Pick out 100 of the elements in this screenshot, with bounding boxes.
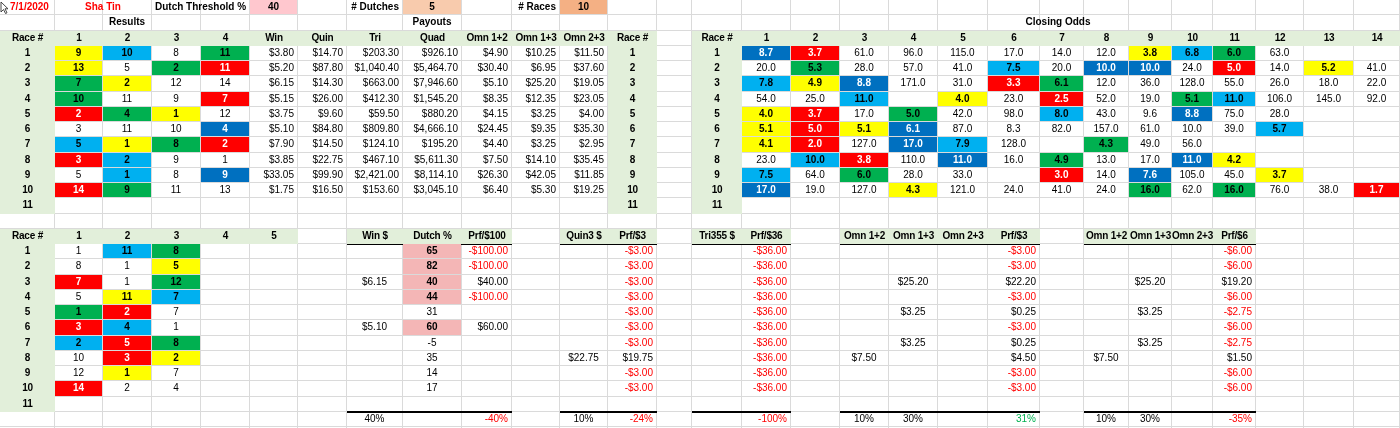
table-cell-text: $25.20	[1133, 274, 1167, 289]
table-cell-text: $5.10	[267, 122, 295, 136]
table-cell-text: $809.80	[361, 122, 400, 136]
table-cell: 8	[152, 244, 200, 259]
table-cell: 5.2	[1304, 61, 1353, 76]
table-cell-text: 14	[425, 366, 439, 380]
column-header: 13	[1304, 30, 1354, 46]
table-cell: 17.0	[889, 137, 937, 152]
column-header: Race #	[0, 228, 55, 244]
table-cell-text: 171.0	[899, 76, 927, 91]
table-cell: 2	[103, 76, 151, 91]
row-header: 7	[608, 137, 657, 153]
table-cell-text: $24.45	[476, 122, 509, 136]
column-header: Quin	[298, 30, 347, 46]
table-cell: 7.5	[742, 167, 790, 182]
table-cell-text: 8	[172, 45, 180, 60]
table-cell-text: $1.75	[267, 183, 295, 197]
column-header: Win $	[347, 228, 403, 244]
table-cell-text: 127.0	[850, 183, 878, 197]
section-title: Results	[107, 15, 147, 30]
row-header: 10	[692, 183, 742, 199]
table-cell-text: 12.0	[1095, 45, 1117, 60]
table-cell-text: 41.0	[1050, 183, 1073, 197]
table-cell-text: $14.30	[311, 76, 344, 91]
table-cell: 2	[152, 350, 200, 365]
total-cell-text: 10%	[853, 411, 875, 426]
table-cell-text: -$3.00	[623, 244, 654, 258]
table-cell-text: $42.05	[524, 167, 557, 182]
table-cell-text: $33.05	[262, 167, 295, 182]
table-cell-text: -$36.00	[752, 381, 788, 396]
table-cell-text: -$2.75	[1222, 305, 1253, 319]
table-cell-text: $4.15	[481, 106, 509, 121]
table-cell-text: 13	[218, 183, 232, 197]
table-cell: 8	[152, 335, 200, 350]
table-cell-text: 11	[120, 91, 134, 106]
table-cell: 13	[55, 61, 102, 76]
table-cell-text: 157.0	[1092, 122, 1120, 136]
table-cell-text: -$3.00	[1006, 244, 1037, 258]
table-cell-text: $124.10	[361, 137, 400, 152]
column-header: Prf/$100	[462, 228, 512, 244]
table-cell-text: -$3.00	[623, 274, 654, 289]
table-cell-text: 24.0	[1095, 183, 1117, 197]
table-cell-text: 23.0	[755, 152, 777, 167]
table-cell: 3	[103, 350, 151, 365]
table-cell: 16.0	[1213, 183, 1255, 198]
table-cell: 9	[201, 167, 249, 182]
table-cell-text: 63.0	[1268, 45, 1291, 60]
column-header: 1	[55, 30, 103, 46]
table-cell-text: 115.0	[949, 45, 976, 60]
table-cell-text: -$2.75	[1222, 335, 1253, 350]
column-header: 1	[742, 30, 791, 46]
table-cell-text: 12	[71, 366, 86, 380]
table-cell-text: 17.0	[1139, 152, 1161, 167]
table-cell-text: 14.0	[1095, 167, 1117, 182]
table-cell-text: -$3.00	[623, 259, 654, 274]
table-cell: 5.1	[1172, 91, 1212, 106]
table-cell-text: 26.0	[1268, 76, 1291, 91]
table-cell-text: 56.0	[1181, 137, 1203, 152]
table-cell-text: $3.25	[899, 305, 927, 319]
table-cell-text: $23.05	[572, 91, 605, 106]
table-cell-text: $25.20	[524, 76, 557, 91]
table-cell: 11.0	[938, 152, 987, 167]
column-header: Omn 2+3	[938, 228, 988, 244]
table-cell-text: -$36.00	[752, 305, 788, 319]
column-header: 14	[1354, 30, 1400, 46]
table-cell: 5.1	[742, 122, 790, 137]
column-header: Race #	[608, 30, 657, 46]
table-cell-text: 12	[169, 76, 183, 91]
table-cell: 8.8	[1172, 106, 1212, 121]
table-cell-text: -$36.00	[752, 274, 788, 289]
table-cell: 5.0	[889, 106, 937, 121]
table-cell-text: $84.80	[311, 122, 344, 136]
table-cell-text: 106.0	[1266, 91, 1293, 106]
table-cell-text: 17	[425, 381, 439, 396]
total-cell-text: 40%	[363, 411, 386, 426]
setting-value: 40	[250, 0, 297, 15]
table-cell-text: 41.0	[951, 61, 974, 75]
table-cell-text: 31	[425, 305, 439, 319]
table-cell-text: 52.0	[1095, 91, 1117, 106]
table-cell: 14	[55, 183, 102, 198]
table-cell-text: $35.45	[572, 152, 605, 167]
table-cell-text: $3,045.10	[412, 183, 459, 197]
table-cell-text: 127.0	[850, 137, 878, 152]
row-header: 10	[0, 381, 55, 397]
column-header: 2	[791, 30, 840, 46]
table-cell: 60	[403, 320, 461, 335]
column-header: 3	[152, 30, 201, 46]
column-header: Race #	[692, 30, 742, 46]
table-cell: 4	[103, 106, 151, 121]
table-cell-text: 22.0	[1365, 76, 1388, 91]
table-cell: 4	[103, 320, 151, 335]
table-cell-text: $7.50	[481, 152, 509, 167]
column-header: 2	[103, 228, 152, 244]
table-cell: 4.0	[742, 106, 790, 121]
table-cell-text: $19.25	[572, 183, 605, 197]
table-cell-text: 12	[218, 106, 232, 121]
table-cell: 3.7	[1256, 167, 1303, 182]
table-cell: 3.3	[988, 76, 1039, 91]
table-cell-text: 145.0	[1315, 91, 1342, 106]
column-header: 8	[1084, 30, 1129, 46]
